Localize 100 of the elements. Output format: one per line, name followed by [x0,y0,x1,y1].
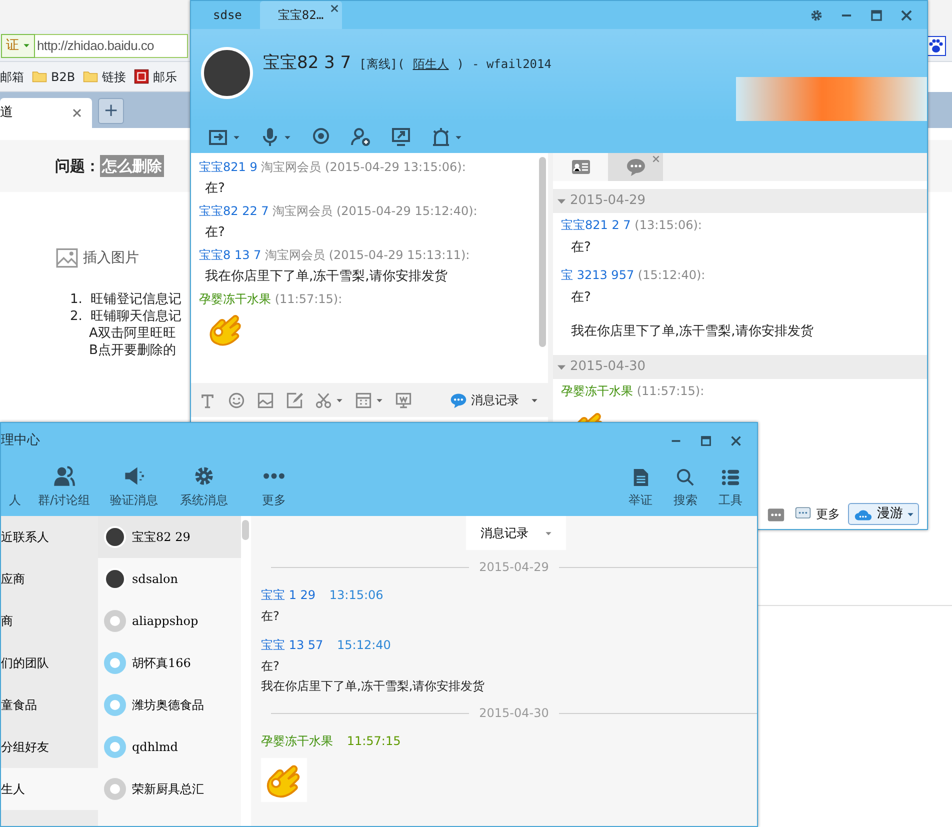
history-button[interactable]: 消息记录 [444,390,544,410]
window-title: 理中心 [1,432,40,450]
avatar-photo [104,526,126,548]
message-text: 在? [261,658,280,675]
scrollbar-thumb[interactable] [539,157,546,347]
message-time: (2015-04-29 15:12:40): [336,204,478,218]
avatar-photo [201,47,253,99]
contact-item[interactable]: aliappshop [98,600,241,642]
contact-item[interactable]: 胡怀真166 [98,642,241,684]
message-text: 在? [204,180,226,198]
group-item[interactable]: 商 [1,600,98,642]
microphone-icon [260,127,280,147]
date-header: 2015-04-29 [570,192,646,210]
account-id: - wfail2014 [472,56,552,73]
browser-tab[interactable]: 道 [0,98,92,128]
paw-logo-icon[interactable] [926,36,946,56]
contact-item[interactable]: 潍坊奥德食品 [98,684,241,726]
member-label: 淘宝网会员 [261,160,322,174]
bookmark-link[interactable]: 链接 [83,68,126,86]
sender-name: 孕婴冻干水果 [261,734,333,748]
search-icon [676,468,695,487]
document-icon [631,468,650,487]
list-icon [721,468,740,487]
message-text: 在? [204,224,226,242]
chat-tab[interactable]: 宝宝82… [260,1,342,29]
contact-item[interactable]: 荣新厨具总汇 [98,768,241,810]
collapse-triangle-icon[interactable] [557,196,566,206]
close-icon[interactable] [730,435,742,447]
sender-name: 宝宝 13 57 [261,638,324,652]
message-time: (15:12:40): [638,268,706,282]
message-time: (2015-04-29 15:13:11): [328,248,470,262]
bookmark-link[interactable]: B2B [32,68,76,86]
chat-tab[interactable]: sdse [195,1,260,29]
banner-image[interactable] [736,77,927,121]
side-tab[interactable] [608,153,664,181]
contact-item[interactable]: qdhlmd [98,726,241,768]
contact-item[interactable]: 宝宝82 29 [98,516,241,558]
folder-icon [83,69,98,84]
message-time: (13:15:06): [634,218,702,232]
avatar-icon [104,694,126,716]
message-text: 我在你店里下了单,冻干雪梨,请你安排发货 [261,678,486,695]
contact-item[interactable]: sdsalon [98,558,241,600]
message-time: 15:12:40 [337,638,391,652]
contact-card-icon [570,157,591,177]
group-item[interactable]: 分组好友 [1,726,98,768]
close-icon[interactable] [330,4,339,13]
new-tab-button[interactable]: + [98,98,124,124]
caret-icon [531,396,538,404]
bookmark-link[interactable]: 邮箱 [0,68,24,86]
relation-link[interactable]: 陌生人 [412,55,449,73]
nav-button[interactable]: 更多 [239,459,309,509]
group-item[interactable]: 应商 [1,558,98,600]
group-item[interactable]: 生人 [1,768,98,810]
sender-name: 孕婴冻干水果 [199,292,271,306]
member-label: 淘宝网会员 [272,204,333,218]
date-divider: 2015-04-29 [479,559,549,576]
tool-button[interactable]: 搜索 [663,459,708,509]
sender-name: 宝宝821 2 7 [561,218,631,232]
sender-name: 宝宝821 9 [199,160,258,174]
bookmark-link[interactable]: 邮乐 [134,68,178,86]
gear-icon[interactable] [810,8,822,22]
nav-button[interactable]: 系统消息 [169,459,239,509]
tool-button[interactable]: 举证 [618,459,663,509]
side-tab[interactable] [553,153,608,181]
close-icon[interactable] [900,8,912,22]
collapse-triangle-icon[interactable] [557,362,566,372]
member-label: 淘宝网会员 [265,248,325,262]
group-item[interactable]: 童食品 [1,684,98,726]
maximize-icon[interactable] [870,8,882,22]
address-field[interactable]: http://zhidao.baidu.co [35,34,188,58]
close-icon[interactable] [72,108,82,118]
sender-name: 宝宝8 13 7 [199,248,262,262]
close-icon[interactable] [652,155,660,163]
nav-button[interactable]: 人 [1,459,29,509]
group-item[interactable]: 们的团队 [1,642,98,684]
tool-button[interactable]: 工具 [708,459,753,509]
caret-icon [907,510,914,518]
message-time: (11:57:15): [274,292,342,306]
folder-icon [32,69,47,84]
maximize-icon[interactable] [700,435,712,447]
message-time: (11:57:15): [636,384,704,398]
message-time: 11:57:15 [346,734,401,748]
picture-icon[interactable] [55,247,79,269]
webcam-icon [311,127,331,147]
avatar-icon [104,736,126,758]
certificate-badge[interactable]: 证 [1,34,35,58]
avatar-photo [104,568,126,590]
insert-image-link[interactable]: 插入图片 [83,248,139,268]
sender-name: 宝宝82 22 7 [199,204,269,218]
message-time: (2015-04-29 13:15:06): [325,160,466,174]
nav-button[interactable]: 验证消息 [99,459,169,509]
history-dropdown[interactable]: 消息记录 [466,516,566,550]
message-time: 13:15:06 [329,588,384,602]
question-title: 怎么删除 [100,154,164,178]
scrollbar-thumb[interactable] [242,520,249,540]
nav-button[interactable]: 群/讨论组 [29,459,99,509]
group-item[interactable]: 近联系人 [1,516,98,558]
roam-button[interactable]: 漫游 [848,503,919,525]
step-text: 旺铺登记信息记 [90,291,182,308]
more-button[interactable]: 更多 [794,505,840,523]
